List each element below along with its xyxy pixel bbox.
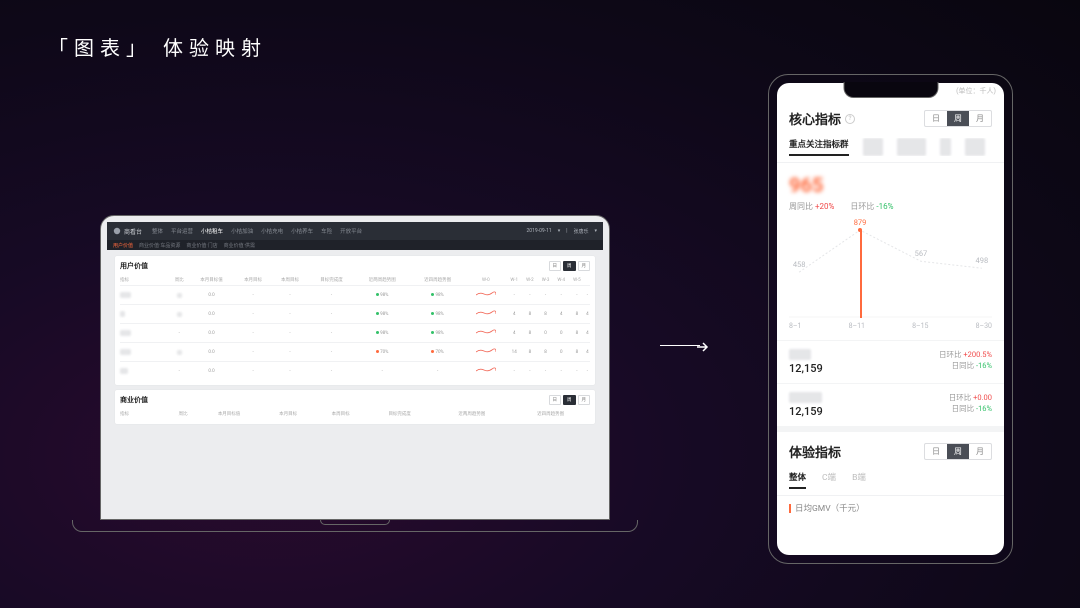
period-pill[interactable]: 月 <box>578 261 591 271</box>
nav-item[interactable]: 小桔租车 <box>201 227 223 235</box>
scroll-tab[interactable]: ■■/■■■ <box>897 138 926 156</box>
table-row: ■■■-0.0----------- <box>120 362 590 381</box>
table-row: ■■■■000.0---98%98%------ <box>120 286 590 305</box>
section-title: 体验指标 <box>789 442 841 461</box>
metric-table: 指标周比本月目标值本月目标本周目标目标完成度近两周趋势图近四周趋势图 <box>120 409 590 419</box>
period-pill[interactable]: 月 <box>578 395 591 405</box>
period-pills: 日周月 <box>549 395 591 405</box>
chart-xaxis: 8–1 8–11 8–15 8–30 <box>777 318 1004 340</box>
metric-scroll-tabs[interactable]: 整体 C端 B端 <box>789 471 992 489</box>
metric-row[interactable]: ■■■■■■12,159日环比 +0.00日同比 -16% <box>777 383 1004 426</box>
subnav-item[interactable]: 商业价值·门店 <box>186 242 217 249</box>
xaxis-tick: 8–30 <box>976 322 992 330</box>
scroll-tab[interactable]: B端 <box>852 471 866 489</box>
subnav-item[interactable]: 用户价值 <box>113 242 133 249</box>
period-tab[interactable]: 周 <box>947 444 969 459</box>
section-experience-metrics: 体验指标 日周月 整体 C端 B端 <box>777 426 1004 496</box>
page-title: 「图表」 体验映射 <box>48 32 267 61</box>
period-pill[interactable]: 周 <box>563 395 576 405</box>
period-pills: 日周月 <box>549 261 591 271</box>
compare-values: 周同比 +20% 日环比 -16% <box>789 201 992 212</box>
xaxis-tick: 8–11 <box>849 322 865 330</box>
nav-item[interactable]: 车险 <box>321 227 332 235</box>
compare-item: 周同比 +20% <box>789 201 834 212</box>
desktop-topbar: 商看台 整体平台运营小桔租车小桔加油小桔充电小桔养车车险开放平台 2019-09… <box>107 222 603 240</box>
subnav-item[interactable]: 商业价值·供需 <box>224 242 255 249</box>
scroll-tab[interactable]: C端 <box>822 471 836 489</box>
nav-item[interactable]: 小桔养车 <box>291 227 313 235</box>
desktop-subnav: 用户价值商业价值·车品资源商业价值·门店商业价值·供需 <box>107 240 603 250</box>
metric-table: 指标周比本月目标值本月目标本周目标目标完成度近两周趋势图近四周趋势图W-0W-1… <box>120 275 590 380</box>
xaxis-tick: 8–15 <box>912 322 928 330</box>
period-tabs: 日周月 <box>924 443 992 460</box>
info-icon[interactable]: ? <box>845 114 855 124</box>
date-picker[interactable]: 2019-09-11 <box>526 228 551 234</box>
chart-highlight-dot <box>858 228 862 232</box>
metric-card: 用户价值 日周月指标周比本月目标值本月目标本周目标目标完成度近两周趋势图近四周趋势… <box>115 256 595 385</box>
period-pill[interactable]: 日 <box>549 395 562 405</box>
app-logo[interactable]: 商看台 <box>113 227 142 236</box>
nav-item[interactable]: 开放平台 <box>340 227 362 235</box>
section-title: 核心指标 <box>789 109 841 128</box>
scroll-tab[interactable]: 整体 <box>789 471 806 489</box>
app-name: 商看台 <box>124 227 142 236</box>
chart-value-label: 498 <box>976 256 989 265</box>
card-title: 用户价值 <box>120 261 148 271</box>
period-tab[interactable]: 周 <box>947 111 969 126</box>
chart-value-label: 879 <box>854 218 867 227</box>
core-metric-chart: 458879567498 <box>789 228 992 318</box>
row-value: 12,159 <box>789 362 823 375</box>
chart-value-label: 458 <box>793 260 806 269</box>
scroll-tab[interactable]: ■■ <box>940 138 950 156</box>
period-tab[interactable]: 日 <box>925 444 947 459</box>
scroll-tab[interactable]: ■■■■ <box>965 138 986 156</box>
period-tabs: 日周月 <box>924 110 992 127</box>
period-pill[interactable]: 日 <box>549 261 562 271</box>
scroll-tab[interactable]: ■■■■ <box>863 138 884 156</box>
card-title: 商业价值 <box>120 395 148 405</box>
metric-scroll-tabs[interactable]: 重点关注指标群■■■■■■/■■■■■■■■■ <box>789 138 992 156</box>
xaxis-tick: 8–1 <box>789 322 801 330</box>
desktop-app: 商看台 整体平台运营小桔租车小桔加油小桔充电小桔养车车险开放平台 2019-09… <box>107 222 603 513</box>
nav-item[interactable]: 小桔充电 <box>261 227 283 235</box>
headline-metric: 965 周同比 +20% 日环比 -16% <box>777 163 1004 222</box>
table-row: ■■■■000.0---70%70%1488084 <box>120 343 590 362</box>
big-value: 965 <box>789 173 823 197</box>
period-tab[interactable]: 月 <box>969 111 991 126</box>
scroll-tab[interactable]: 重点关注指标群 <box>789 138 849 156</box>
phone-device: (单位：千人) 核心指标 ? 日周月 重点关注指标群■■■■■■/■■■■■■■… <box>768 74 1013 564</box>
table-row: ■■■■-0.0---98%98%480084 <box>120 324 590 343</box>
period-tab[interactable]: 日 <box>925 111 947 126</box>
nav-item[interactable]: 小桔加油 <box>231 227 253 235</box>
chart-highlight-bar <box>860 230 862 318</box>
section-core-metrics: 核心指标 ? 日周月 重点关注指标群■■■■■■/■■■■■■■■■ <box>777 99 1004 163</box>
period-pill[interactable]: 周 <box>563 261 576 271</box>
row-value: 12,159 <box>789 405 823 418</box>
table-row: ■■000.0---98%98%488484 <box>120 305 590 324</box>
subnav-item[interactable]: 商业价值·车品资源 <box>139 242 180 249</box>
sub-metric-label: 日均GMV（千元） <box>777 496 1004 520</box>
nav-item[interactable]: 平台运营 <box>171 227 193 235</box>
desktop-nav: 整体平台运营小桔租车小桔加油小桔充电小桔养车车险开放平台 <box>152 227 362 235</box>
mobile-app: (单位：千人) 核心指标 ? 日周月 重点关注指标群■■■■■■/■■■■■■■… <box>777 83 1004 555</box>
user-menu[interactable]: 张唐乐 <box>573 228 588 235</box>
chart-value-label: 567 <box>915 249 928 258</box>
compare-item: 日环比 -16% <box>850 201 893 212</box>
arrow-mapping-icon <box>660 330 710 360</box>
nav-item[interactable]: 整体 <box>152 227 163 235</box>
metric-row[interactable]: ■■■■12,159日环比 +200.5%日同比 -16% <box>777 340 1004 383</box>
laptop-device: 商看台 整体平台运营小桔租车小桔加油小桔充电小桔养车车险开放平台 2019-09… <box>100 215 610 532</box>
metric-card: 商业价值 日周月指标周比本月目标值本月目标本周目标目标完成度近两周趋势图近四周趋势… <box>115 390 595 424</box>
period-tab[interactable]: 月 <box>969 444 991 459</box>
